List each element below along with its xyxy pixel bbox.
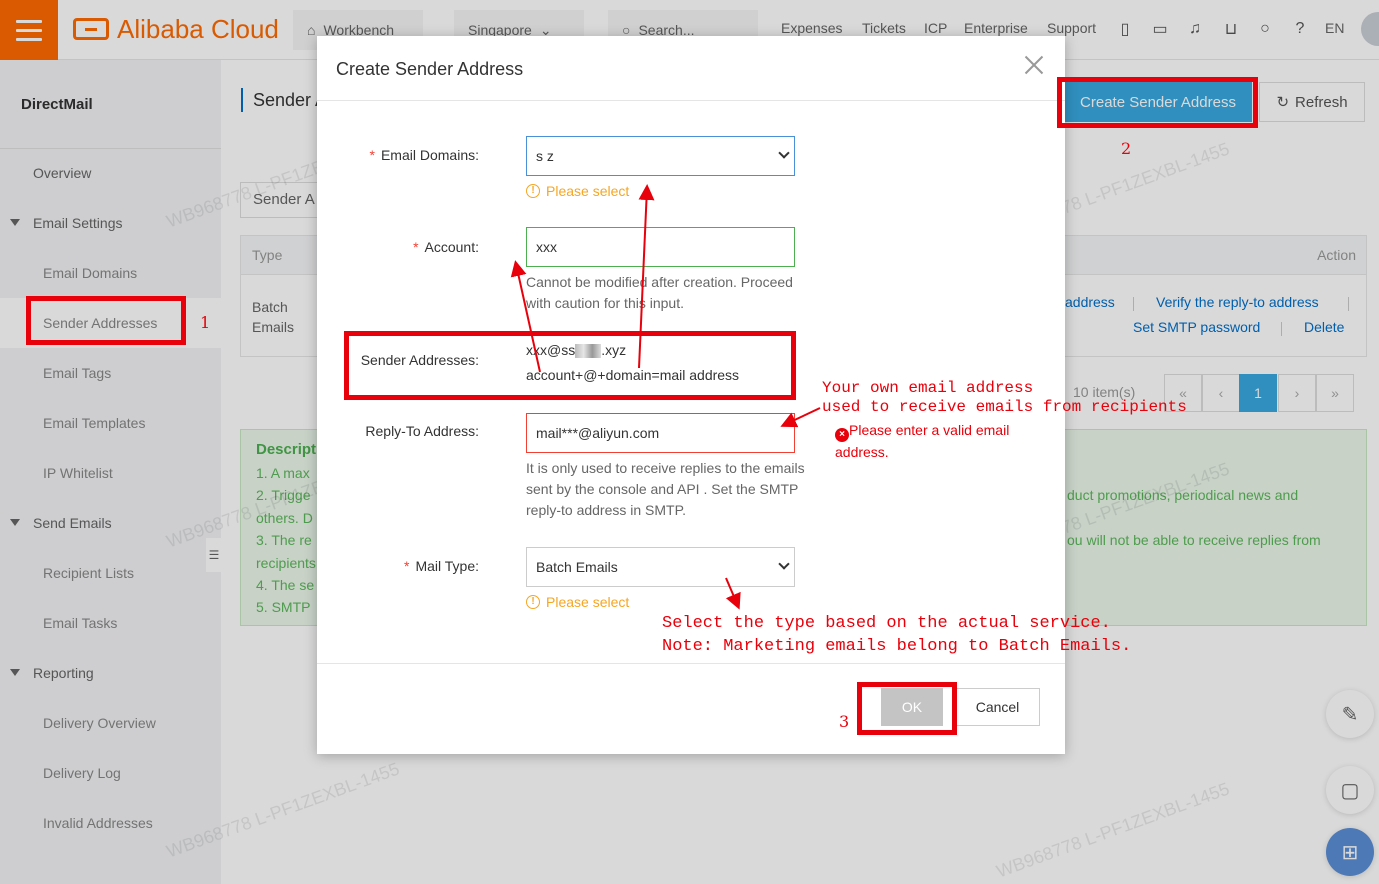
dialog-footer-divider <box>317 663 1065 664</box>
warning-text: Please select <box>546 183 630 199</box>
reply-to-input[interactable]: mail***@aliyun.com <box>526 413 795 453</box>
mail-type-value: Batch Emails <box>536 559 618 575</box>
invalid-email-error: × Please enter a valid email address. <box>835 420 1055 463</box>
highlight-ok-button <box>857 682 957 735</box>
error-icon: × <box>835 428 849 442</box>
required-mark: * <box>369 147 375 163</box>
label-text: Email Domains: <box>380 147 479 163</box>
dialog-title: Create Sender Address <box>336 59 524 79</box>
mail-type-warning: ! Please select <box>526 594 629 610</box>
step-number-2: 2 <box>1121 139 1132 158</box>
label-text: Account: <box>424 239 479 255</box>
warning-text: Please select <box>546 594 630 610</box>
reply-to-value: mail***@aliyun.com <box>536 425 660 441</box>
email-domain-value: s z <box>536 148 554 164</box>
chevron-down-icon <box>778 147 790 159</box>
required-mark: * <box>404 558 410 574</box>
email-domains-label: * Email Domains: <box>370 147 479 163</box>
highlight-sender-address <box>344 331 796 400</box>
step-number-3: 3 <box>839 712 850 731</box>
chevron-down-icon <box>778 558 790 570</box>
annotation-type-note-2: Note: Marketing emails belong to Batch E… <box>662 637 1132 656</box>
account-help: Cannot be modified after creation. Proce… <box>526 274 793 311</box>
account-value: xxx <box>536 239 557 255</box>
label-text: Mail Type: <box>415 558 479 574</box>
mail-type-label: * Mail Type: <box>404 558 479 574</box>
close-icon[interactable] <box>1022 53 1046 77</box>
step-number-1: 1 <box>200 313 211 332</box>
error-text: Please enter a valid email address. <box>835 422 1010 460</box>
dialog-header-divider <box>317 100 1065 101</box>
annotation-own-email-1: Your own email address <box>822 379 1034 397</box>
account-label: * Account: <box>413 239 479 255</box>
highlight-sender-addresses <box>26 296 186 345</box>
required-mark: * <box>413 239 419 255</box>
domain-warning: ! Please select <box>526 183 629 199</box>
email-domain-select[interactable]: s z <box>526 136 795 176</box>
highlight-create-button <box>1057 77 1258 128</box>
warning-icon: ! <box>526 184 540 198</box>
reply-to-help: It is only used to receive replies to th… <box>526 460 805 518</box>
cancel-button[interactable]: Cancel <box>955 688 1040 726</box>
account-input[interactable]: xxx <box>526 227 795 267</box>
annotation-type-note-1: Select the type based on the actual serv… <box>662 614 1111 633</box>
warning-icon: ! <box>526 595 540 609</box>
annotation-own-email-2: used to receive emails from recipients <box>822 398 1187 416</box>
mail-type-select[interactable]: Batch Emails <box>526 547 795 587</box>
reply-to-label: Reply-To Address: <box>365 423 479 439</box>
